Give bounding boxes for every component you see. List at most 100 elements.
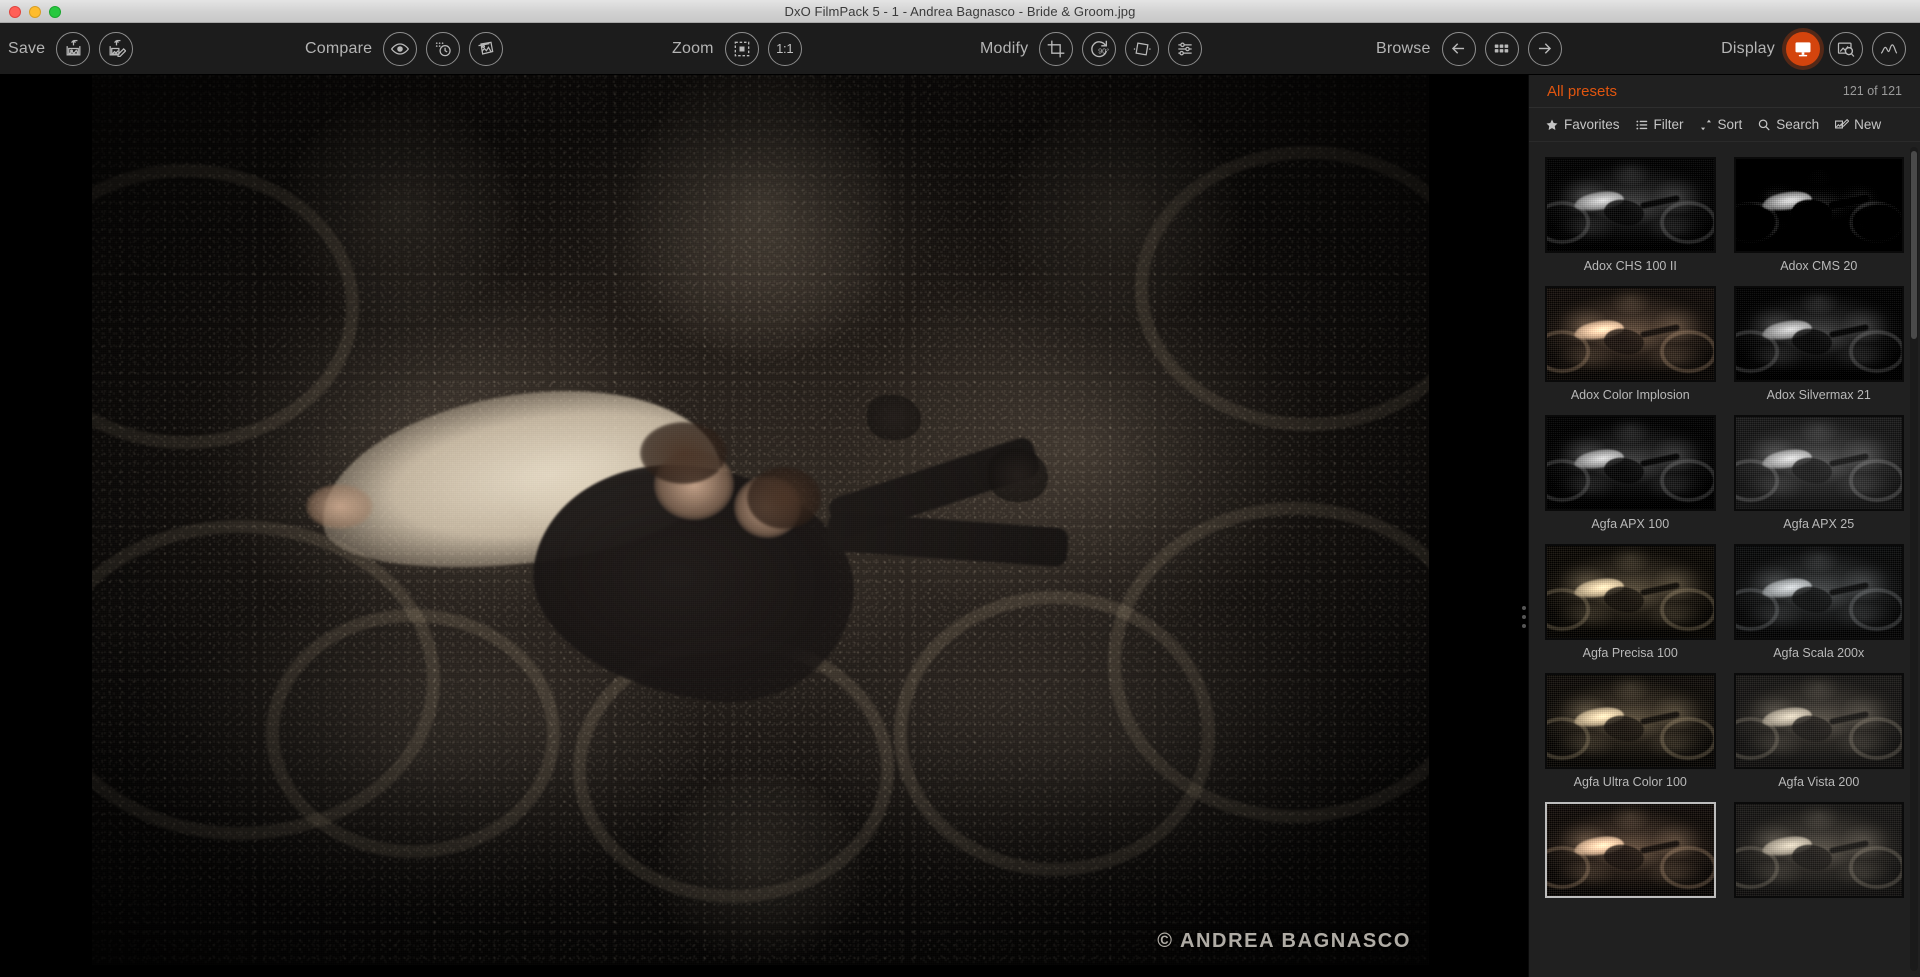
toolbar-group-modify: Modify 90° — [980, 32, 1202, 66]
preset-item-agfa-apx-100[interactable]: Agfa APX 100 — [1545, 415, 1716, 531]
preset-label: Agfa Vista 200 — [1734, 775, 1905, 789]
histogram-button[interactable] — [1872, 32, 1906, 66]
preset-item-adox-cms-20[interactable]: Adox CMS 20 — [1734, 157, 1905, 273]
arrow-left-icon — [1449, 39, 1468, 58]
perspective-button[interactable] — [1125, 32, 1159, 66]
preset-label: Agfa APX 25 — [1734, 517, 1905, 531]
preset-preview-image — [1547, 675, 1714, 767]
save-group-label: Save — [8, 40, 45, 58]
groom-shoe — [867, 395, 920, 440]
scrollbar-thumb[interactable] — [1911, 151, 1917, 339]
panel-resize-handle[interactable] — [1519, 595, 1529, 639]
preset-item-next[interactable] — [1734, 802, 1905, 904]
groom-hair — [640, 422, 727, 484]
preset-preview-image — [1547, 804, 1714, 896]
sort-button[interactable]: Sort — [1699, 117, 1743, 132]
side-by-side-button[interactable] — [469, 32, 503, 66]
preset-preview-image — [1547, 417, 1714, 509]
eye-icon — [390, 39, 410, 59]
export-image-button[interactable] — [56, 32, 90, 66]
crop-button[interactable] — [1039, 32, 1073, 66]
presets-grid: Adox CHS 100 II Adox CMS 20 Adox Color I… — [1545, 157, 1904, 904]
history-button[interactable] — [426, 32, 460, 66]
preset-thumbnail — [1734, 802, 1905, 898]
preset-item-adox-silvermax-21[interactable]: Adox Silvermax 21 — [1734, 286, 1905, 402]
images-icon — [476, 39, 496, 59]
preset-thumbnail — [1734, 544, 1905, 640]
preset-thumbnail — [1545, 157, 1716, 253]
export-image-icon — [64, 39, 83, 58]
rotate-90-button[interactable]: 90° — [1082, 32, 1116, 66]
browse-group-label: Browse — [1376, 40, 1431, 58]
arrow-right-icon — [1535, 39, 1554, 58]
preset-preview-image — [1736, 804, 1903, 896]
sort-arrows-icon — [1699, 118, 1713, 132]
preset-thumbnail — [1734, 157, 1905, 253]
presets-scroll-area[interactable]: Adox CHS 100 II Adox CMS 20 Adox Color I… — [1529, 143, 1920, 977]
favorites-button[interactable]: Favorites — [1545, 117, 1620, 132]
presets-title[interactable]: All presets — [1547, 83, 1617, 100]
main-toolbar: Save Compare — [0, 23, 1920, 75]
presets-panel: All presets 121 of 121 Favorites Filter … — [1528, 75, 1920, 977]
new-preset-button[interactable]: New — [1834, 117, 1881, 132]
loupe-button[interactable] — [1829, 32, 1863, 66]
preset-preview-image — [1547, 546, 1714, 638]
compare-eye-button[interactable] — [383, 32, 417, 66]
preset-item-agfa-vista-200[interactable]: Agfa Vista 200 — [1734, 673, 1905, 789]
grid-icon — [1492, 39, 1511, 58]
bride-hair — [747, 467, 821, 529]
preset-label: Adox CHS 100 II — [1545, 259, 1716, 273]
preset-item-selected[interactable] — [1545, 802, 1716, 904]
settings-sliders-button[interactable] — [1168, 32, 1202, 66]
preset-label: Adox Color Implosion — [1545, 388, 1716, 402]
full-view-button[interactable] — [1786, 32, 1820, 66]
previous-image-button[interactable] — [1442, 32, 1476, 66]
preset-label: Adox Silvermax 21 — [1734, 388, 1905, 402]
mosaic-frond — [627, 75, 894, 360]
one-to-one-label: 1:1 — [776, 41, 793, 56]
toolbar-group-save: Save — [8, 32, 133, 66]
preset-item-agfa-ultra-color-100[interactable]: Agfa Ultra Color 100 — [1545, 673, 1716, 789]
export-and-edit-button[interactable] — [99, 32, 133, 66]
image-browser-button[interactable] — [1485, 32, 1519, 66]
search-button[interactable]: Search — [1757, 117, 1819, 132]
preset-item-adox-color-implosion[interactable]: Adox Color Implosion — [1545, 286, 1716, 402]
preset-preview-image — [1547, 288, 1714, 380]
svg-text:90°: 90° — [1098, 46, 1109, 55]
close-button[interactable] — [9, 6, 21, 18]
list-icon — [1635, 118, 1649, 132]
preset-thumbnail — [1545, 286, 1716, 382]
zoom-button[interactable] — [49, 6, 61, 18]
mosaic-swirl — [266, 609, 560, 858]
star-icon — [1545, 118, 1559, 132]
preset-preview-image — [1736, 546, 1903, 638]
perspective-icon — [1132, 39, 1152, 59]
preset-label: Agfa Scala 200x — [1734, 646, 1905, 660]
preset-item-agfa-apx-25[interactable]: Agfa APX 25 — [1734, 415, 1905, 531]
presets-header: All presets 121 of 121 — [1529, 75, 1920, 108]
next-image-button[interactable] — [1528, 32, 1562, 66]
main-photo[interactable]: © ANDREA BAGNASCO — [92, 75, 1429, 965]
fit-to-screen-button[interactable] — [725, 32, 759, 66]
history-icon — [433, 39, 453, 59]
search-label: Search — [1776, 117, 1819, 132]
one-to-one-button[interactable]: 1:1 — [768, 32, 802, 66]
preset-item-agfa-precisa-100[interactable]: Agfa Precisa 100 — [1545, 544, 1716, 660]
minimize-button[interactable] — [29, 6, 41, 18]
preset-item-agfa-scala-200x[interactable]: Agfa Scala 200x — [1734, 544, 1905, 660]
preset-thumbnail — [1545, 673, 1716, 769]
toolbar-group-display: Display — [1721, 32, 1906, 66]
window-title: DxO FilmPack 5 - 1 - Andrea Bagnasco - B… — [0, 4, 1920, 19]
preset-thumbnail — [1545, 415, 1716, 511]
toolbar-group-browse: Browse — [1376, 32, 1562, 66]
search-icon — [1757, 118, 1771, 132]
image-canvas[interactable]: © ANDREA BAGNASCO — [0, 75, 1528, 977]
preset-thumbnail — [1545, 802, 1716, 898]
preset-item-adox-chs-100-ii[interactable]: Adox CHS 100 II — [1545, 157, 1716, 273]
rotate-90-icon: 90° — [1088, 38, 1110, 60]
histogram-icon — [1879, 39, 1899, 59]
modify-group-label: Modify — [980, 40, 1028, 58]
preset-preview-image — [1736, 288, 1903, 380]
filter-button[interactable]: Filter — [1635, 117, 1684, 132]
presets-scrollbar[interactable] — [1910, 147, 1918, 971]
